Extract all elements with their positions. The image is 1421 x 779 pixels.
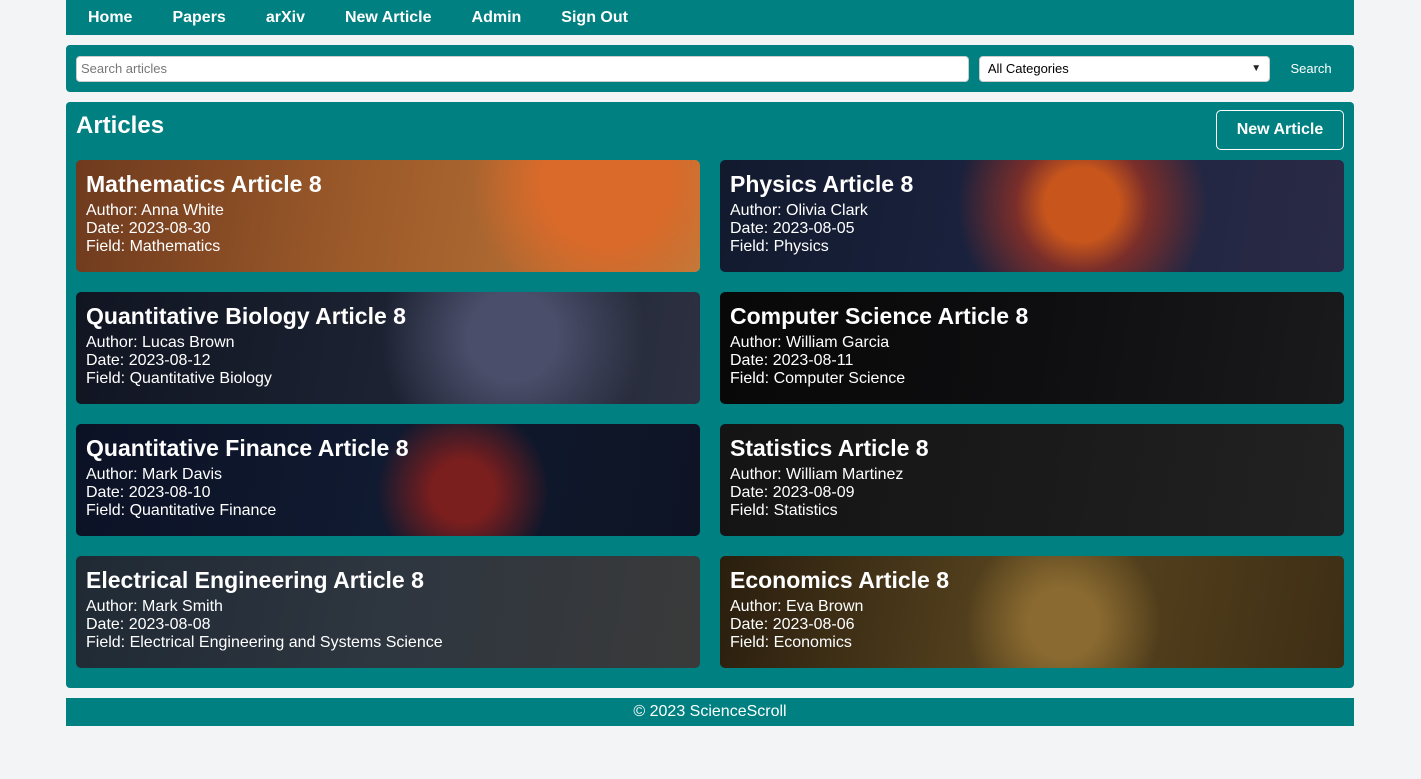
nav-admin[interactable]: Admin [472, 9, 522, 27]
article-card[interactable]: Quantitative Finance Article 8 Author: M… [76, 424, 700, 536]
articles-panel: Articles New Article Mathematics Article… [66, 102, 1354, 688]
article-field: Field: Computer Science [730, 370, 906, 387]
article-card[interactable]: Quantitative Biology Article 8 Author: L… [76, 292, 700, 404]
article-date: Date: 2023-08-12 [86, 352, 211, 369]
article-field: Field: Physics [730, 238, 829, 255]
article-card[interactable]: Computer Science Article 8 Author: Willi… [720, 292, 1344, 404]
article-card[interactable]: Physics Article 8 Author: Olivia Clark D… [720, 160, 1344, 272]
page-title: Articles [76, 112, 165, 139]
search-button[interactable]: Search [1278, 56, 1344, 82]
article-author: Author: Lucas Brown [86, 334, 235, 351]
article-field: Field: Economics [730, 634, 852, 651]
search-input[interactable] [76, 55, 969, 82]
nav-arxiv[interactable]: arXiv [266, 9, 305, 27]
article-author: Author: Eva Brown [730, 598, 864, 615]
article-title: Statistics Article 8 [730, 435, 929, 461]
article-date: Date: 2023-08-11 [730, 352, 854, 369]
article-author: Author: Anna White [86, 202, 224, 219]
article-title: Economics Article 8 [730, 567, 950, 593]
top-navbar: Home Papers arXiv New Article Admin Sign… [66, 0, 1354, 35]
new-article-button[interactable]: New Article [1216, 110, 1344, 150]
article-field: Field: Statistics [730, 502, 838, 519]
article-date: Date: 2023-08-08 [86, 616, 211, 633]
category-select-value: All Categories [987, 61, 1069, 76]
article-author: Author: Olivia Clark [730, 202, 868, 219]
search-bar: All Categories ▼ Search [66, 45, 1354, 92]
article-title: Quantitative Biology Article 8 [86, 303, 406, 329]
article-author: Author: William Martinez [730, 466, 904, 483]
nav-papers[interactable]: Papers [172, 9, 225, 27]
article-author: Author: Mark Smith [86, 598, 223, 615]
article-title: Electrical Engineering Article 8 [86, 567, 424, 593]
article-date: Date: 2023-08-06 [730, 616, 855, 633]
article-date: Date: 2023-08-30 [86, 220, 211, 237]
article-date: Date: 2023-08-05 [730, 220, 855, 237]
footer: © 2023 ScienceScroll [66, 698, 1354, 726]
chevron-down-icon: ▼ [1251, 63, 1262, 74]
footer-copyright: © 2023 ScienceScroll [633, 703, 787, 720]
article-title: Computer Science Article 8 [730, 303, 1029, 329]
article-date: Date: 2023-08-10 [86, 484, 211, 501]
article-field: Field: Quantitative Biology [86, 370, 272, 387]
article-card[interactable]: Economics Article 8 Author: Eva Brown Da… [720, 556, 1344, 668]
article-title: Physics Article 8 [730, 171, 914, 197]
article-author: Author: Mark Davis [86, 466, 223, 483]
article-field: Field: Quantitative Finance [86, 502, 277, 519]
article-author: Author: William Garcia [730, 334, 890, 351]
article-card[interactable]: Mathematics Article 8 Author: Anna White… [76, 160, 700, 272]
nav-sign-out[interactable]: Sign Out [561, 9, 628, 27]
article-title: Quantitative Finance Article 8 [86, 435, 409, 461]
article-field: Field: Mathematics [86, 238, 221, 255]
article-grid: Mathematics Article 8 Author: Anna White… [76, 160, 1344, 668]
article-field: Field: Electrical Engineering and System… [86, 634, 443, 651]
nav-home[interactable]: Home [88, 9, 132, 27]
article-card[interactable]: Electrical Engineering Article 8 Author:… [76, 556, 700, 668]
article-date: Date: 2023-08-09 [730, 484, 855, 501]
article-card[interactable]: Statistics Article 8 Author: William Mar… [720, 424, 1344, 536]
article-title: Mathematics Article 8 [86, 171, 322, 197]
nav-new-article[interactable]: New Article [345, 9, 432, 27]
category-select[interactable]: All Categories ▼ [978, 55, 1271, 82]
